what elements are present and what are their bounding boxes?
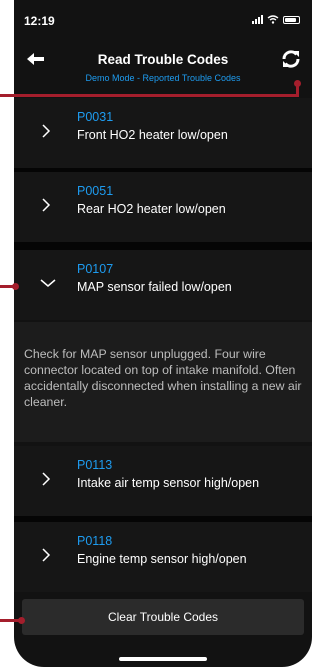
code-description: MAP sensor failed low/open — [77, 280, 232, 294]
page-title: Read Trouble Codes — [97, 52, 229, 67]
code-description: Front HO2 heater low/open — [77, 128, 228, 142]
code-id: P0113 — [77, 458, 113, 472]
code-detail-panel: Check for MAP sensor unplugged. Four wir… — [14, 322, 312, 442]
code-id: P0118 — [77, 534, 113, 548]
annotation-dot-clear — [18, 617, 25, 624]
chevron-down-icon — [40, 279, 56, 287]
wifi-icon — [267, 15, 279, 24]
annotation-dot-refresh — [294, 80, 301, 87]
code-row-p0051[interactable]: P0051 Rear HO2 heater low/open — [14, 172, 312, 242]
phone-screen: 12:19 Read Trouble Codes Demo Mode - Rep… — [14, 0, 312, 667]
page-subtitle: Demo Mode - Reported Trouble Codes — [85, 73, 241, 83]
annotation-line-refresh — [0, 94, 299, 97]
chevron-right-icon — [42, 472, 51, 486]
code-detail-text: Check for MAP sensor unplugged. Four wir… — [24, 347, 302, 409]
chevron-right-icon — [42, 198, 51, 212]
battery-icon — [283, 15, 300, 24]
code-row-p0107[interactable]: P0107 MAP sensor failed low/open — [14, 250, 312, 320]
home-indicator — [119, 657, 207, 661]
chevron-right-icon — [42, 548, 51, 562]
code-description: Rear HO2 heater low/open — [77, 202, 226, 216]
code-id: P0051 — [77, 184, 114, 198]
code-row-p0118[interactable]: P0118 Engine temp sensor high/open — [14, 522, 312, 592]
code-description: Intake air temp sensor high/open — [77, 476, 260, 490]
chevron-right-icon — [42, 124, 51, 138]
refresh-icon[interactable] — [278, 46, 304, 72]
status-time: 12:19 — [24, 14, 55, 28]
status-icons — [252, 15, 300, 24]
code-description: Engine temp sensor high/open — [77, 552, 247, 566]
status-bar: 12:19 — [14, 0, 312, 38]
code-id: P0107 — [77, 262, 114, 276]
annotation-line-clear — [0, 619, 20, 622]
code-row-p0113[interactable]: P0113 Intake air temp sensor high/open — [14, 446, 312, 516]
clear-trouble-codes-button[interactable]: Clear Trouble Codes — [22, 599, 304, 635]
code-row-p0031[interactable]: P0031 Front HO2 heater low/open — [14, 98, 312, 168]
annotation-dot-expand — [12, 283, 19, 290]
signal-icon — [252, 15, 263, 24]
header-bar: Read Trouble Codes Demo Mode - Reported … — [14, 38, 312, 90]
code-id: P0031 — [77, 110, 114, 124]
